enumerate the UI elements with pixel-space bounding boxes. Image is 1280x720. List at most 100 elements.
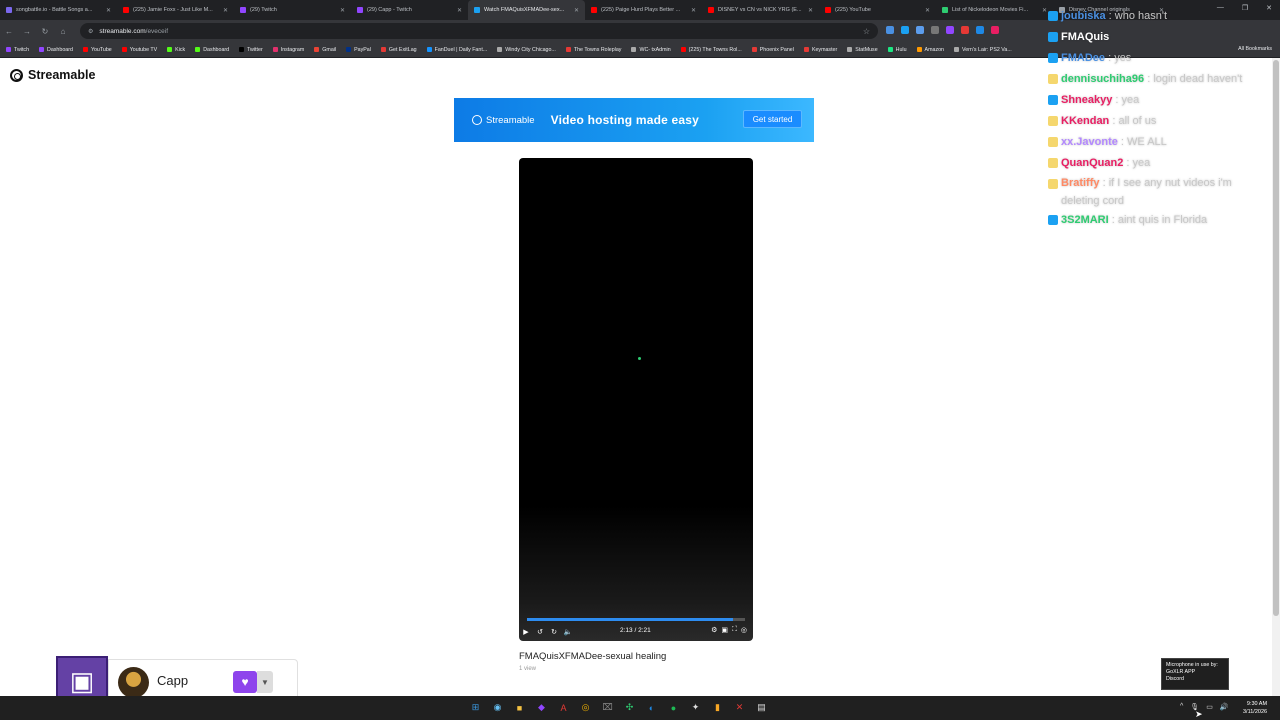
bookmark-item[interactable]: Kick: [167, 47, 185, 53]
extension-icon[interactable]: [961, 26, 969, 34]
bookmark-item[interactable]: WC- txAdmin: [631, 47, 671, 53]
chat-username: dennisuchiha96: [1061, 73, 1145, 85]
app-icon[interactable]: ✣: [622, 700, 637, 715]
spotify-icon[interactable]: ●: [666, 700, 681, 715]
browser-tab[interactable]: Watch FMAQuisXFMADee-sex... ✕: [468, 0, 585, 20]
browser-tab[interactable]: (225) Jamie Foxx - Just Like M... ✕: [117, 0, 234, 20]
bookmark-item[interactable]: Twitch: [6, 47, 29, 53]
chat-username: joubiska: [1061, 10, 1106, 22]
tab-close-icon[interactable]: ✕: [574, 7, 579, 14]
tab-close-icon[interactable]: ✕: [1042, 7, 1047, 14]
bookmark-favicon-icon: [426, 47, 432, 52]
app-icon[interactable]: ⌧: [600, 700, 615, 715]
bookmark-item[interactable]: Instagram: [272, 47, 304, 53]
browser-tab[interactable]: (29) Capp - Twitch ✕: [351, 0, 468, 20]
extension-icon[interactable]: [931, 26, 939, 34]
settings-icon[interactable]: ⚙: [711, 626, 717, 634]
extension-icon[interactable]: [886, 26, 894, 34]
bookmark-label: Keymaster: [811, 46, 838, 53]
bookmark-item[interactable]: Twitter: [239, 47, 263, 53]
bookmark-item[interactable]: FanDuel | Daily Fant...: [426, 47, 487, 53]
logo-text: Streamable: [28, 68, 96, 82]
bookmark-item[interactable]: Youtube TV: [121, 47, 157, 53]
fullscreen-icon[interactable]: ⛶: [732, 626, 737, 634]
system-clock[interactable]: 9:30 AM 3/11/2026: [1243, 700, 1267, 716]
app-icon[interactable]: ✦: [688, 700, 703, 715]
browser-tab[interactable]: List of Nickelodeon Movies Fi... ✕: [936, 0, 1053, 20]
scrollbar-thumb[interactable]: [1273, 60, 1279, 616]
browser-tab[interactable]: DISNEY vs CN vs NICK YRG (E... ✕: [702, 0, 819, 20]
app-icon[interactable]: ▮: [710, 700, 725, 715]
bookmark-item[interactable]: Get ExitLag: [380, 47, 417, 53]
tab-close-icon[interactable]: ✕: [808, 7, 813, 14]
browser-tab[interactable]: (225) YouTube ✕: [819, 0, 936, 20]
start-icon[interactable]: ⊞: [468, 700, 483, 715]
tab-close-icon[interactable]: ✕: [925, 7, 930, 14]
chat-username: xx.Javonte: [1061, 136, 1118, 148]
bookmark-item[interactable]: Phoenix Panel: [751, 47, 794, 53]
app-icon[interactable]: ▤: [754, 700, 769, 715]
bookmark-item[interactable]: Dashboard: [39, 47, 73, 53]
banner-brand-text: Streamable: [486, 114, 535, 126]
extension-icon[interactable]: [991, 26, 999, 34]
video-progress-fill: [527, 618, 733, 621]
page-scrollbar[interactable]: [1272, 58, 1280, 696]
app-icon[interactable]: ◐: [644, 700, 659, 715]
bookmark-item[interactable]: StatMuse: [847, 47, 878, 53]
rewind-icon[interactable]: ↺: [533, 628, 547, 636]
forward-icon[interactable]: →: [18, 27, 36, 36]
video-player[interactable]: ▶ ↺ ↻ 🔈 2:13 / 2:21 ⚙ ▣ ⛶ ◎: [519, 158, 753, 641]
bookmark-star-icon[interactable]: ☆: [863, 27, 870, 36]
pip-icon[interactable]: ▣: [721, 626, 728, 634]
tab-close-icon[interactable]: ✕: [691, 7, 696, 14]
bookmark-item[interactable]: Dashboard: [195, 47, 229, 53]
bookmark-item[interactable]: Keymaster: [803, 46, 838, 53]
tab-close-icon[interactable]: ✕: [223, 7, 228, 14]
chevron-up-icon[interactable]: ^: [1180, 703, 1183, 711]
browser-tab[interactable]: songbattle.io - Battle Songs a... ✕: [0, 0, 117, 20]
steam-icon[interactable]: ◉: [490, 700, 505, 715]
bookmark-item[interactable]: Vern's Lair: PS2 Va...: [953, 47, 1012, 53]
tab-close-icon[interactable]: ✕: [106, 7, 111, 14]
play-icon[interactable]: ▶: [519, 628, 533, 636]
address-bar[interactable]: ⚙ streamable.com/eveceif ☆: [80, 23, 878, 39]
bookmark-item[interactable]: The Towns Roleplay: [565, 47, 621, 53]
bookmark-favicon-icon: [953, 47, 959, 52]
volume-icon[interactable]: 🔈: [561, 628, 575, 636]
video-progress-bar[interactable]: [527, 618, 745, 621]
speaker-icon[interactable]: 🔊: [1220, 703, 1229, 711]
promo-banner[interactable]: Streamable Video hosting made easy Get s…: [454, 98, 814, 142]
home-icon[interactable]: ⌂: [54, 27, 72, 36]
back-icon[interactable]: ←: [0, 27, 18, 36]
reload-icon[interactable]: ↻: [36, 27, 54, 36]
bookmark-item[interactable]: Windy City Chicago...: [497, 47, 556, 53]
chrome-icon[interactable]: ◎: [578, 700, 593, 715]
chevron-down-icon[interactable]: ▼: [257, 671, 273, 693]
browser-tab[interactable]: (225) Paige Hurd Plays Better ... ✕: [585, 0, 702, 20]
extension-icon[interactable]: [946, 26, 954, 34]
site-info-icon[interactable]: ⚙: [88, 28, 93, 35]
twitch-app-icon[interactable]: ◆: [534, 700, 549, 715]
network-icon[interactable]: ▭: [1206, 703, 1213, 711]
chat-text: login dead haven't: [1153, 73, 1243, 85]
extension-icon[interactable]: [976, 26, 984, 34]
get-started-button[interactable]: Get started: [743, 110, 802, 128]
extension-icon[interactable]: [901, 26, 909, 34]
bookmark-item[interactable]: Hulu: [887, 47, 907, 53]
folder-icon[interactable]: ■: [512, 700, 527, 715]
forward-skip-icon[interactable]: ↻: [547, 628, 561, 636]
follow-heart-icon[interactable]: ♥: [233, 671, 257, 693]
tab-close-icon[interactable]: ✕: [340, 7, 345, 14]
bookmark-item[interactable]: (225) The Towns Rol...: [680, 47, 742, 53]
bookmark-item[interactable]: PayPal: [346, 47, 371, 53]
bookmark-item[interactable]: Amazon: [916, 47, 944, 53]
bookmark-item[interactable]: Gmail: [314, 47, 336, 53]
app-icon[interactable]: A: [556, 700, 571, 715]
browser-tab[interactable]: (29) Twitch ✕: [234, 0, 351, 20]
app-icon[interactable]: ✕: [732, 700, 747, 715]
streamable-player-logo-icon[interactable]: ◎: [741, 626, 747, 634]
bookmark-item[interactable]: YouTube: [82, 47, 112, 53]
extension-icon[interactable]: [916, 26, 924, 34]
tab-close-icon[interactable]: ✕: [457, 7, 462, 14]
streamable-logo[interactable]: Streamable: [10, 68, 95, 82]
